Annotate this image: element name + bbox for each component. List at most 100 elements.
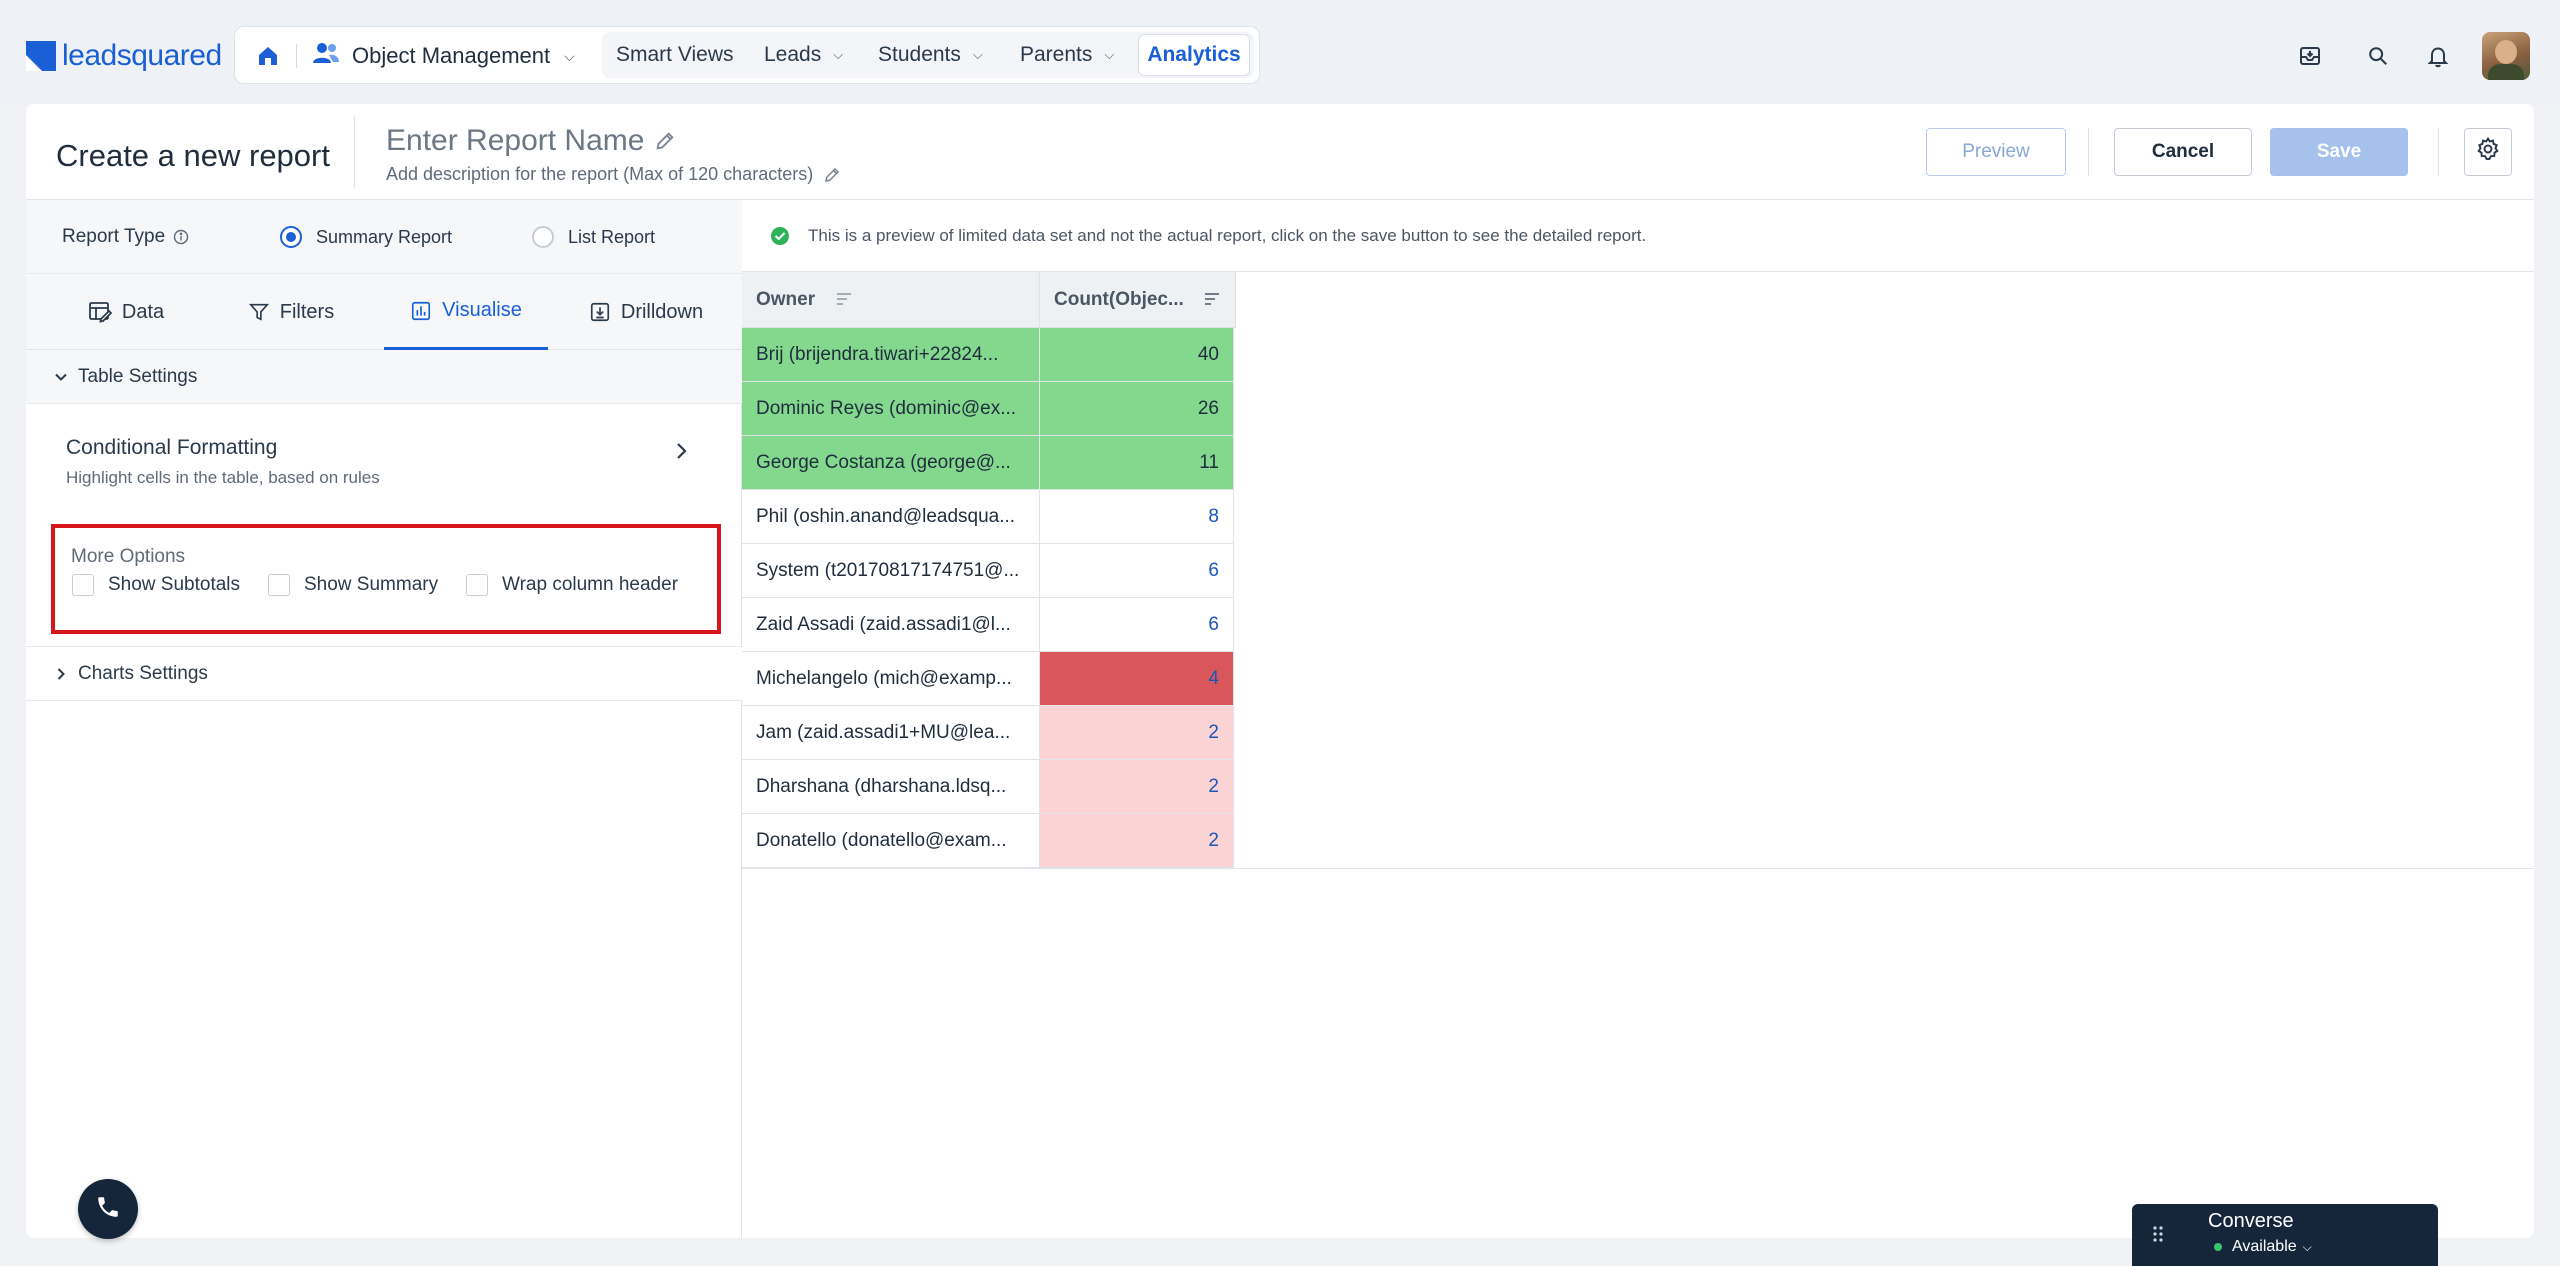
show-subtotals-checkbox[interactable]: Show Subtotals xyxy=(72,574,240,596)
owner-cell: Michelangelo (mich@examp... xyxy=(742,652,1040,706)
avatar[interactable] xyxy=(2482,32,2530,80)
table-row: System (t20170817174751@... 6 xyxy=(742,544,1234,598)
nav-item-analytics[interactable]: Analytics xyxy=(1138,34,1250,76)
tab-drilldown[interactable]: Drilldown xyxy=(566,274,726,350)
search-icon[interactable] xyxy=(2362,40,2394,72)
charts-settings-toggle[interactable]: Charts Settings xyxy=(26,647,742,701)
table-row: Dominic Reyes (dominic@ex... 26 xyxy=(742,382,1234,436)
report-name-placeholder: Enter Report Name xyxy=(386,124,645,157)
info-icon[interactable] xyxy=(173,229,189,245)
checkbox-label: Show Subtotals xyxy=(108,574,241,595)
radio-button-selected[interactable] xyxy=(280,226,302,248)
inbox-icon[interactable] xyxy=(2294,40,2326,72)
leadsquared-logo[interactable]: leadsquared xyxy=(26,36,222,76)
checkbox[interactable] xyxy=(72,574,94,596)
count-cell[interactable]: 40 xyxy=(1040,328,1234,382)
sort-icon[interactable] xyxy=(1203,290,1221,308)
sort-icon[interactable] xyxy=(835,290,853,308)
count-cell[interactable]: 26 xyxy=(1040,382,1234,436)
nav-item-smart-views[interactable]: Smart Views xyxy=(616,32,733,78)
page-title: Create a new report xyxy=(56,138,330,173)
owner-cell: System (t20170817174751@... xyxy=(742,544,1040,598)
owner-cell: Dominic Reyes (dominic@ex... xyxy=(742,382,1040,436)
checkbox[interactable] xyxy=(268,574,290,596)
people-icon xyxy=(312,42,340,70)
chevron-down-icon: ⌵ xyxy=(833,47,844,62)
edit-pencil-icon[interactable] xyxy=(654,130,676,152)
radio-list-report[interactable]: List Report xyxy=(532,226,655,248)
phone-call-button[interactable] xyxy=(78,1179,138,1239)
table-row: Dharshana (dharshana.ldsq... 2 xyxy=(742,760,1234,814)
column-header-count[interactable]: Count(Objec... xyxy=(1040,272,1236,328)
object-management-label: Object Management xyxy=(352,43,551,68)
count-cell[interactable]: 2 xyxy=(1040,706,1234,760)
count-cell[interactable]: 2 xyxy=(1040,760,1234,814)
chevron-down-icon: ⌵ xyxy=(564,47,575,64)
table-settings-toggle[interactable]: Table Settings xyxy=(26,350,742,404)
tab-visualise[interactable]: Visualise xyxy=(384,274,548,350)
owner-cell: Brij (brijendra.tiwari+22824... xyxy=(742,328,1040,382)
bar-chart-icon xyxy=(410,300,432,322)
table-row: Brij (brijendra.tiwari+22824... 40 xyxy=(742,328,1234,382)
status-dot-icon xyxy=(2214,1243,2222,1251)
checkbox[interactable] xyxy=(466,574,488,596)
preview-button[interactable]: Preview xyxy=(1926,128,2066,176)
settings-panel: Report Type Summary Report List Report D… xyxy=(26,200,742,1238)
show-summary-checkbox[interactable]: Show Summary xyxy=(268,574,438,596)
converse-widget[interactable]: Converse Available ⌵ xyxy=(2132,1204,2438,1266)
report-description-field[interactable]: Add description for the report (Max of 1… xyxy=(386,164,841,185)
checkbox-label: Wrap column header xyxy=(502,574,679,595)
object-management-menu[interactable]: Object Management ⌵ xyxy=(312,34,575,78)
tab-label: Visualise xyxy=(442,299,522,321)
nav-item-parents[interactable]: Parents ⌵ xyxy=(1020,32,1114,78)
radio-summary-report[interactable]: Summary Report xyxy=(280,226,452,248)
chevron-down-icon: ⌵ xyxy=(972,47,983,62)
tab-filters[interactable]: Filters xyxy=(216,274,366,350)
column-header-owner[interactable]: Owner xyxy=(742,272,1040,328)
tab-label: Drilldown xyxy=(620,300,704,323)
cancel-button[interactable]: Cancel xyxy=(2114,128,2252,176)
radio-button[interactable] xyxy=(532,226,554,248)
preview-notice: This is a preview of limited data set an… xyxy=(742,200,2534,272)
settings-button[interactable] xyxy=(2464,128,2512,176)
count-cell[interactable]: 6 xyxy=(1040,598,1234,652)
count-cell[interactable]: 6 xyxy=(1040,544,1234,598)
table-row: Jam (zaid.assadi1+MU@lea... 2 xyxy=(742,706,1234,760)
table-row: Donatello (donatello@exam... 2 xyxy=(742,814,1234,868)
owner-cell: Dharshana (dharshana.ldsq... xyxy=(742,760,1040,814)
count-cell[interactable]: 4 xyxy=(1040,652,1234,706)
report-type-label: Report Type xyxy=(62,226,189,248)
bell-icon[interactable] xyxy=(2422,40,2454,72)
nav-item-students[interactable]: Students ⌵ xyxy=(878,32,983,78)
report-builder: Create a new report Enter Report Name Ad… xyxy=(26,104,2534,1238)
column-header-label: Count(Objec... xyxy=(1054,288,1184,310)
home-icon[interactable] xyxy=(248,36,288,76)
table-row: Zaid Assadi (zaid.assadi1@l... 6 xyxy=(742,598,1234,652)
drag-handle-icon[interactable] xyxy=(2152,1224,2164,1244)
edit-pencil-icon[interactable] xyxy=(823,166,841,184)
chevron-down-icon xyxy=(54,370,68,384)
button-divider xyxy=(2088,128,2089,176)
count-cell[interactable]: 11 xyxy=(1040,436,1234,490)
count-cell[interactable]: 8 xyxy=(1040,490,1234,544)
builder-tabs: Data Filters Visualise Drilldown xyxy=(26,274,742,350)
owner-cell: Phil (oshin.anand@leadsqua... xyxy=(742,490,1040,544)
save-button[interactable]: Save xyxy=(2270,128,2408,176)
nav-item-label: Smart Views xyxy=(616,43,734,66)
report-name-field[interactable]: Enter Report Name xyxy=(386,124,676,158)
owner-cell: Donatello (donatello@exam... xyxy=(742,814,1040,868)
chevron-right-icon[interactable] xyxy=(674,442,688,460)
count-cell[interactable]: 2 xyxy=(1040,814,1234,868)
wrap-column-header-checkbox[interactable]: Wrap column header xyxy=(466,574,678,596)
nav-item-leads[interactable]: Leads ⌵ xyxy=(764,32,843,78)
tab-data[interactable]: Data xyxy=(56,274,196,350)
table-row: Phil (oshin.anand@leadsqua... 8 xyxy=(742,490,1234,544)
table-header-row: Owner Count(Objec... xyxy=(742,272,1236,328)
table-bottom-border xyxy=(742,868,2534,869)
availability-dropdown[interactable]: Available ⌵ xyxy=(2214,1238,2312,1256)
converse-title: Converse xyxy=(2208,1210,2294,1232)
header-divider xyxy=(354,116,355,188)
owner-cell: George Costanza (george@... xyxy=(742,436,1040,490)
report-type-text: Report Type xyxy=(62,226,166,247)
logo-mark-icon xyxy=(26,41,56,71)
